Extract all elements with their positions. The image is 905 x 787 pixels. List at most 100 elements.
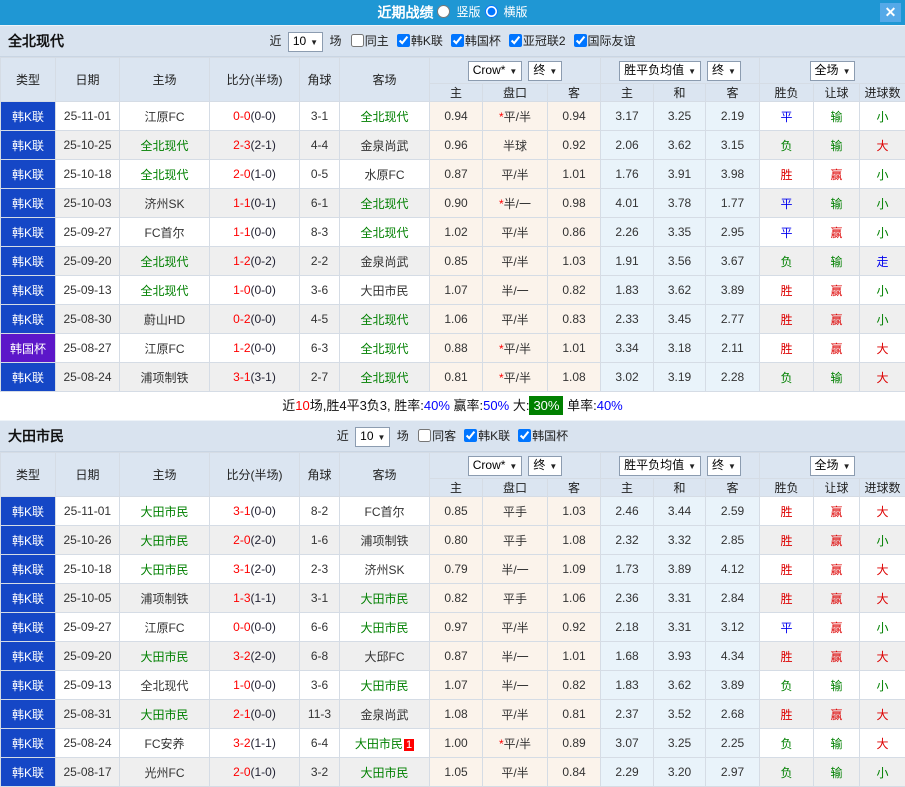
home-team: 大田市民 [120, 555, 210, 584]
league-checkbox-label[interactable]: 亚冠联2 [523, 34, 566, 48]
result-wdl: 负 [760, 671, 814, 700]
final-odds-select[interactable]: 终▼ [528, 61, 562, 81]
fulltime-select[interactable]: 全场▼ [810, 456, 856, 476]
chevron-down-icon: ▼ [310, 38, 318, 47]
handicap: 半球 [483, 131, 548, 160]
changed-star-icon: * [499, 737, 504, 751]
avg-draw: 3.45 [654, 305, 706, 334]
layout-horizontal-radio[interactable] [485, 5, 498, 18]
avg-draw: 3.62 [654, 131, 706, 160]
subcol-wdl: 胜负 [760, 479, 814, 497]
league-checkbox[interactable] [397, 34, 410, 47]
match-date: 25-10-03 [56, 189, 120, 218]
match-date: 25-09-27 [56, 218, 120, 247]
league-checkbox-label[interactable]: 韩国杯 [532, 429, 568, 443]
matches-table-daejeon: 类型 日期 主场 比分(半场) 角球 客场 Crow*▼终▼ 胜平负均值▼终▼ … [0, 452, 905, 787]
match-date: 25-08-30 [56, 305, 120, 334]
fulltime-score: 1-0 [233, 678, 250, 692]
odds-away: 1.09 [548, 555, 601, 584]
match-row: 韩K联25-09-13全北现代1-0(0-0)3-6大田市民1.07半/一0.8… [1, 276, 905, 305]
match-type: 韩K联 [1, 526, 56, 555]
home-team: 浦项制铁 [120, 363, 210, 392]
away-team: 大田市民 [340, 584, 430, 613]
home-team: FC安养 [120, 729, 210, 758]
match-date: 25-10-18 [56, 555, 120, 584]
corners: 4-5 [300, 305, 340, 334]
match-row: 韩K联25-08-24FC安养3-2(1-1)6-4大田市民11.00*平/半0… [1, 729, 905, 758]
summary-line: 近10场,胜4平3负3, 胜率:40% 赢率:50% 大:30% 单率:40% [0, 392, 905, 420]
games-count-select[interactable]: 10▼ [288, 32, 323, 52]
final-avg-select[interactable]: 终▼ [707, 456, 741, 476]
handicap: 平/半 [483, 305, 548, 334]
match-type: 韩K联 [1, 671, 56, 700]
same-venue-checkbox[interactable] [418, 429, 431, 442]
layout-vertical-label[interactable]: 竖版 [456, 5, 480, 19]
corners: 6-4 [300, 729, 340, 758]
result-goals: 大 [860, 642, 905, 671]
result-wdl: 负 [760, 247, 814, 276]
avg-home: 4.01 [601, 189, 654, 218]
result-handicap: 赢 [814, 497, 860, 526]
result-handicap: 输 [814, 102, 860, 131]
home-team: 浦项制铁 [120, 584, 210, 613]
fulltime-score: 1-2 [233, 341, 250, 355]
layout-horizontal-label[interactable]: 横版 [504, 5, 528, 19]
home-team: 大田市民 [120, 526, 210, 555]
score: 1-0(0-0) [210, 671, 300, 700]
avg-odds-select[interactable]: 胜平负均值▼ [619, 456, 701, 476]
avg-away: 2.59 [706, 497, 760, 526]
home-team: 全北现代 [120, 131, 210, 160]
match-type: 韩K联 [1, 160, 56, 189]
same-venue-label[interactable]: 同主 [365, 34, 389, 48]
league-checkbox[interactable] [574, 34, 587, 47]
league-checkbox[interactable] [509, 34, 522, 47]
score: 2-1(0-0) [210, 700, 300, 729]
league-checkbox-label[interactable]: 国际友谊 [588, 34, 636, 48]
same-venue-label[interactable]: 同客 [432, 429, 456, 443]
odds-home: 1.06 [430, 305, 483, 334]
league-checkbox[interactable] [518, 429, 531, 442]
match-type: 韩K联 [1, 247, 56, 276]
close-button[interactable]: ✕ [880, 3, 901, 22]
dialog-title: 近期战绩 [377, 4, 433, 20]
result-wdl: 负 [760, 729, 814, 758]
match-type: 韩K联 [1, 700, 56, 729]
league-checkbox-label[interactable]: 韩国杯 [465, 34, 501, 48]
games-count-select[interactable]: 10▼ [355, 427, 390, 447]
result-handicap: 赢 [814, 555, 860, 584]
odds-company-select[interactable]: Crow*▼ [468, 61, 523, 81]
final-odds-select[interactable]: 终▼ [528, 456, 562, 476]
avg-odds-select[interactable]: 胜平负均值▼ [619, 61, 701, 81]
result-handicap: 输 [814, 729, 860, 758]
odds-home: 0.94 [430, 102, 483, 131]
halftime-score: (0-0) [251, 225, 276, 239]
match-row: 韩K联25-09-20大田市民3-2(2-0)6-8大邱FC0.87半/一1.0… [1, 642, 905, 671]
match-date: 25-10-25 [56, 131, 120, 160]
final-avg-select[interactable]: 终▼ [707, 61, 741, 81]
match-type: 韩K联 [1, 497, 56, 526]
league-checkbox-label[interactable]: 韩K联 [478, 429, 510, 443]
away-team: 全北现代 [340, 305, 430, 334]
fulltime-select[interactable]: 全场▼ [810, 61, 856, 81]
result-handicap: 输 [814, 363, 860, 392]
result-goals: 大 [860, 363, 905, 392]
halftime-score: (1-0) [251, 167, 276, 181]
match-date: 25-08-31 [56, 700, 120, 729]
result-wdl: 胜 [760, 642, 814, 671]
match-date: 25-10-26 [56, 526, 120, 555]
avg-draw: 3.44 [654, 497, 706, 526]
league-checkbox-label[interactable]: 韩K联 [411, 34, 443, 48]
league-checkbox[interactable] [451, 34, 464, 47]
result-goals: 小 [860, 526, 905, 555]
result-handicap: 赢 [814, 218, 860, 247]
league-checkbox[interactable] [464, 429, 477, 442]
odds-home: 1.00 [430, 729, 483, 758]
odds-company-select[interactable]: Crow*▼ [468, 456, 523, 476]
subcol-let: 让球 [814, 84, 860, 102]
match-date: 25-09-27 [56, 613, 120, 642]
avg-home: 2.26 [601, 218, 654, 247]
away-team: 金泉尚武 [340, 131, 430, 160]
corners: 11-3 [300, 700, 340, 729]
same-venue-checkbox[interactable] [351, 34, 364, 47]
layout-vertical-radio[interactable] [437, 5, 450, 18]
